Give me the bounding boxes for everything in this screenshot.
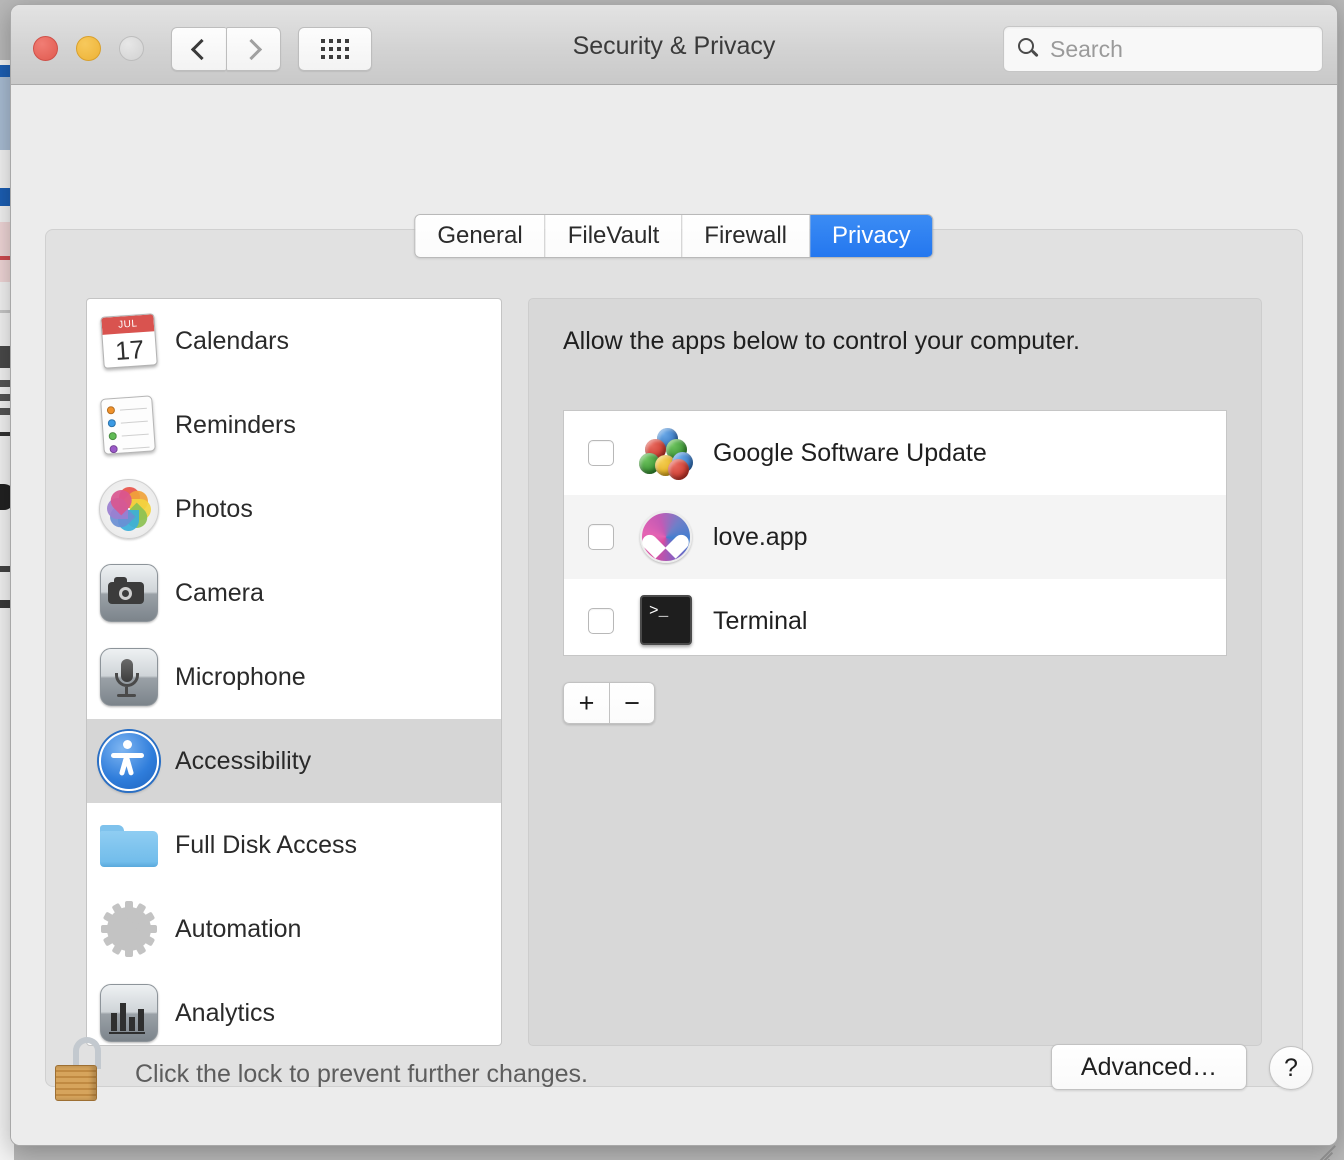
app-checkbox[interactable]: [588, 440, 614, 466]
camera-icon: [97, 561, 161, 625]
sidebar-item-microphone[interactable]: Microphone: [87, 635, 501, 719]
app-name: love.app: [713, 522, 808, 551]
screen: Security & Privacy Search General FileVa…: [0, 0, 1344, 1160]
app-checkbox[interactable]: [588, 608, 614, 634]
privacy-panel: JUL 17 Calendars Reminders Photos Camera…: [45, 229, 1303, 1087]
tab-bar: General FileVault Firewall Privacy: [414, 214, 934, 258]
terminal-icon-prompt: >_: [649, 602, 669, 620]
search-placeholder: Search: [1050, 35, 1123, 62]
allowed-apps-list[interactable]: Google Software Update love.app >_ Termi…: [563, 410, 1227, 656]
add-app-button[interactable]: +: [563, 682, 609, 724]
sidebar-item-accessibility[interactable]: Accessibility: [87, 719, 501, 803]
sidebar-item-camera[interactable]: Camera: [87, 551, 501, 635]
sidebar-item-label: Reminders: [175, 410, 296, 439]
tab-firewall[interactable]: Firewall: [682, 215, 810, 257]
table-row[interactable]: >_ Terminal: [564, 579, 1226, 655]
sidebar-item-label: Calendars: [175, 326, 289, 355]
folder-icon: [97, 813, 161, 877]
sidebar-item-photos[interactable]: Photos: [87, 467, 501, 551]
remove-app-button[interactable]: −: [609, 682, 655, 724]
sidebar-item-label: Photos: [175, 494, 253, 523]
table-row[interactable]: love.app: [564, 495, 1226, 579]
accessibility-content: Allow the apps below to control your com…: [528, 298, 1262, 1046]
calendar-icon-day: 17: [114, 334, 146, 366]
sidebar-item-calendars[interactable]: JUL 17 Calendars: [87, 299, 501, 383]
search-icon: [1018, 38, 1040, 60]
window-footer: Click the lock to prevent further change…: [11, 1016, 1337, 1145]
app-name: Terminal: [713, 606, 808, 635]
terminal-icon: >_: [639, 594, 693, 648]
calendar-icon: JUL 17: [95, 307, 163, 375]
window-body: General FileVault Firewall Privacy JUL 1…: [11, 85, 1337, 1145]
reminders-icon: [95, 391, 163, 459]
advanced-button[interactable]: Advanced…: [1051, 1044, 1247, 1090]
lock-hint-text: Click the lock to prevent further change…: [135, 1060, 589, 1088]
sidebar-item-label: Full Disk Access: [175, 830, 357, 859]
app-name: Google Software Update: [713, 438, 987, 467]
content-description: Allow the apps below to control your com…: [563, 327, 1080, 355]
tab-general[interactable]: General: [415, 215, 546, 257]
microphone-icon: [97, 645, 161, 709]
tab-filevault[interactable]: FileVault: [545, 215, 683, 257]
sidebar-item-full-disk-access[interactable]: Full Disk Access: [87, 803, 501, 887]
photos-icon: [97, 477, 161, 541]
tab-privacy[interactable]: Privacy: [809, 215, 933, 257]
sidebar-item-reminders[interactable]: Reminders: [87, 383, 501, 467]
sidebar-item-automation[interactable]: Automation: [87, 887, 501, 971]
accessibility-icon: [97, 729, 161, 793]
add-remove-buttons: + −: [563, 682, 655, 724]
sidebar-item-label: Camera: [175, 578, 264, 607]
resize-grip[interactable]: [1315, 1140, 1341, 1160]
love-app-icon: [639, 510, 693, 564]
privacy-category-list[interactable]: JUL 17 Calendars Reminders Photos Camera…: [86, 298, 502, 1046]
sidebar-item-label: Microphone: [175, 662, 306, 691]
app-checkbox[interactable]: [588, 524, 614, 550]
sidebar-item-label: Automation: [175, 914, 302, 943]
lock-icon[interactable]: [55, 1037, 111, 1101]
security-privacy-window: Security & Privacy Search General FileVa…: [10, 4, 1338, 1146]
sidebar-item-label: Accessibility: [175, 746, 312, 775]
google-software-update-icon: [639, 426, 693, 480]
search-field[interactable]: Search: [1003, 26, 1323, 72]
table-row[interactable]: Google Software Update: [564, 411, 1226, 495]
gear-icon: [97, 897, 161, 961]
window-titlebar: Security & Privacy Search: [11, 5, 1337, 85]
help-button[interactable]: ?: [1269, 1046, 1313, 1090]
